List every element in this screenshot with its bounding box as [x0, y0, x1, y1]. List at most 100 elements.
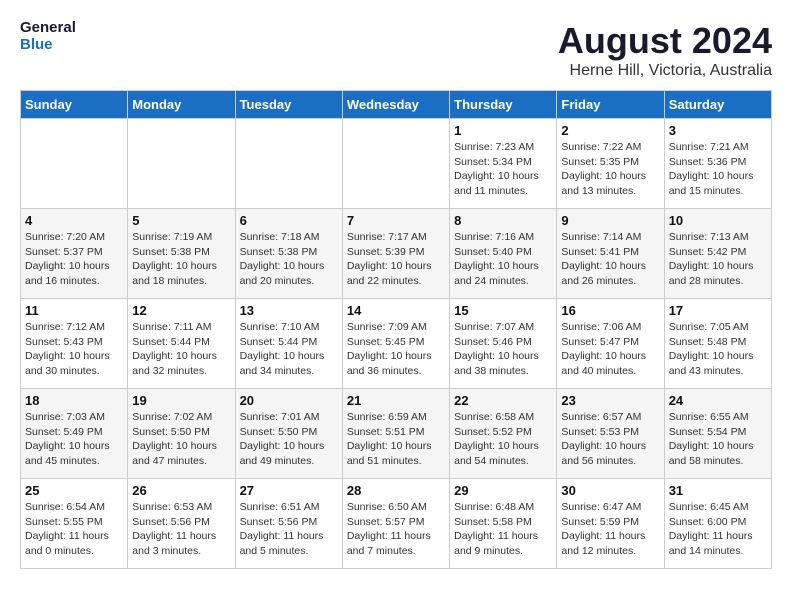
month-title: August 2024: [558, 20, 772, 62]
day-number: 5: [132, 213, 230, 228]
week-row-3: 11Sunrise: 7:12 AM Sunset: 5:43 PM Dayli…: [21, 299, 772, 389]
location: Herne Hill, Victoria, Australia: [558, 62, 772, 80]
day-number: 23: [561, 393, 659, 408]
calendar-cell-w5-d2: 26 Sunrise: 6:53 AM Sunset: 5:56 PM Dayli…: [128, 479, 235, 569]
day-info: Sunrise: 7:16 AM Sunset: 5:40 PM Dayligh…: [454, 230, 552, 289]
logo-general: General: [20, 20, 76, 37]
day-info: Sunrise: 6:47 AM Sunset: 5:59 PM Dayligh…: [561, 500, 659, 559]
day-info: Sunrise: 6:45 AM Sunset: 6:00 PM Dayligh…: [669, 500, 767, 559]
day-number: 8: [454, 213, 552, 228]
calendar-cell-w5-d1: 25 Sunrise: 6:54 AM Sunset: 5:55 PM Dayli…: [21, 479, 128, 569]
header-thursday: Thursday: [450, 91, 557, 119]
day-info: Sunrise: 7:23 AM Sunset: 5:34 PM Dayligh…: [454, 140, 552, 199]
calendar-cell-w1-d4: [342, 119, 449, 209]
calendar: Sunday Monday Tuesday Wednesday Thursday…: [20, 90, 772, 569]
logo: General Blue General Blue: [20, 20, 76, 53]
header-friday: Friday: [557, 91, 664, 119]
calendar-cell-w3-d4: 14Sunrise: 7:09 AM Sunset: 5:45 PM Dayli…: [342, 299, 449, 389]
calendar-cell-w4-d4: 21 Sunrise: 6:59 AM Sunset: 5:51 PM Dayli…: [342, 389, 449, 479]
calendar-cell-w5-d4: 28 Sunrise: 6:50 AM Sunset: 5:57 PM Dayli…: [342, 479, 449, 569]
day-number: 18: [25, 393, 123, 408]
day-number: 3: [669, 123, 767, 138]
day-number: 2: [561, 123, 659, 138]
day-info: Sunrise: 7:05 AM Sunset: 5:48 PM Dayligh…: [669, 320, 767, 379]
calendar-cell-w5-d5: 29 Sunrise: 6:48 AM Sunset: 5:58 PM Dayli…: [450, 479, 557, 569]
calendar-cell-w2-d2: 5 Sunrise: 7:19 AM Sunset: 5:38 PM Daylig…: [128, 209, 235, 299]
calendar-cell-w4-d7: 24 Sunrise: 6:55 AM Sunset: 5:54 PM Dayli…: [664, 389, 771, 479]
header-saturday: Saturday: [664, 91, 771, 119]
day-number: 20: [240, 393, 338, 408]
header-sunday: Sunday: [21, 91, 128, 119]
day-info: Sunrise: 6:59 AM Sunset: 5:51 PM Dayligh…: [347, 410, 445, 469]
day-number: 28: [347, 483, 445, 498]
day-info: Sunrise: 6:48 AM Sunset: 5:58 PM Dayligh…: [454, 500, 552, 559]
calendar-cell-w5-d3: 27 Sunrise: 6:51 AM Sunset: 5:56 PM Dayli…: [235, 479, 342, 569]
day-info: Sunrise: 6:57 AM Sunset: 5:53 PM Dayligh…: [561, 410, 659, 469]
calendar-cell-w4-d3: 20Sunrise: 7:01 AM Sunset: 5:50 PM Dayli…: [235, 389, 342, 479]
day-info: Sunrise: 7:18 AM Sunset: 5:38 PM Dayligh…: [240, 230, 338, 289]
calendar-cell-w1-d3: [235, 119, 342, 209]
calendar-cell-w3-d5: 15 Sunrise: 7:07 AM Sunset: 5:46 PM Dayli…: [450, 299, 557, 389]
day-number: 25: [25, 483, 123, 498]
calendar-cell-w2-d6: 9Sunrise: 7:14 AM Sunset: 5:41 PM Daylig…: [557, 209, 664, 299]
weekday-header-row: Sunday Monday Tuesday Wednesday Thursday…: [21, 91, 772, 119]
calendar-cell-w4-d5: 22Sunrise: 6:58 AM Sunset: 5:52 PM Dayli…: [450, 389, 557, 479]
day-number: 7: [347, 213, 445, 228]
calendar-cell-w2-d4: 7 Sunrise: 7:17 AM Sunset: 5:39 PM Daylig…: [342, 209, 449, 299]
calendar-cell-w1-d7: 3 Sunrise: 7:21 AM Sunset: 5:36 PM Daylig…: [664, 119, 771, 209]
title-area: August 2024 Herne Hill, Victoria, Austra…: [558, 20, 772, 80]
day-info: Sunrise: 6:55 AM Sunset: 5:54 PM Dayligh…: [669, 410, 767, 469]
day-number: 6: [240, 213, 338, 228]
day-number: 15: [454, 303, 552, 318]
week-row-1: 1 Sunrise: 7:23 AM Sunset: 5:34 PM Daylig…: [21, 119, 772, 209]
day-info: Sunrise: 7:06 AM Sunset: 5:47 PM Dayligh…: [561, 320, 659, 379]
day-number: 31: [669, 483, 767, 498]
day-info: Sunrise: 7:20 AM Sunset: 5:37 PM Dayligh…: [25, 230, 123, 289]
calendar-cell-w4-d6: 23 Sunrise: 6:57 AM Sunset: 5:53 PM Dayli…: [557, 389, 664, 479]
calendar-cell-w1-d5: 1 Sunrise: 7:23 AM Sunset: 5:34 PM Daylig…: [450, 119, 557, 209]
calendar-cell-w5-d7: 31 Sunrise: 6:45 AM Sunset: 6:00 PM Dayli…: [664, 479, 771, 569]
calendar-cell-w2-d5: 8 Sunrise: 7:16 AM Sunset: 5:40 PM Daylig…: [450, 209, 557, 299]
week-row-4: 18 Sunrise: 7:03 AM Sunset: 5:49 PM Dayli…: [21, 389, 772, 479]
day-info: Sunrise: 7:03 AM Sunset: 5:49 PM Dayligh…: [25, 410, 123, 469]
calendar-cell-w3-d6: 16 Sunrise: 7:06 AM Sunset: 5:47 PM Dayli…: [557, 299, 664, 389]
header: General Blue General Blue August 2024 He…: [20, 20, 772, 80]
day-info: Sunrise: 7:17 AM Sunset: 5:39 PM Dayligh…: [347, 230, 445, 289]
logo-blue: Blue: [20, 37, 76, 54]
day-number: 12: [132, 303, 230, 318]
day-info: Sunrise: 7:07 AM Sunset: 5:46 PM Dayligh…: [454, 320, 552, 379]
day-number: 26: [132, 483, 230, 498]
day-info: Sunrise: 7:21 AM Sunset: 5:36 PM Dayligh…: [669, 140, 767, 199]
day-number: 27: [240, 483, 338, 498]
day-info: Sunrise: 6:50 AM Sunset: 5:57 PM Dayligh…: [347, 500, 445, 559]
calendar-cell-w2-d3: 6 Sunrise: 7:18 AM Sunset: 5:38 PM Daylig…: [235, 209, 342, 299]
day-number: 9: [561, 213, 659, 228]
day-number: 13: [240, 303, 338, 318]
day-number: 10: [669, 213, 767, 228]
day-number: 16: [561, 303, 659, 318]
day-number: 24: [669, 393, 767, 408]
day-info: Sunrise: 7:10 AM Sunset: 5:44 PM Dayligh…: [240, 320, 338, 379]
day-number: 29: [454, 483, 552, 498]
calendar-cell-w5-d6: 30 Sunrise: 6:47 AM Sunset: 5:59 PM Dayli…: [557, 479, 664, 569]
day-number: 30: [561, 483, 659, 498]
header-monday: Monday: [128, 91, 235, 119]
week-row-5: 25 Sunrise: 6:54 AM Sunset: 5:55 PM Dayli…: [21, 479, 772, 569]
day-info: Sunrise: 7:19 AM Sunset: 5:38 PM Dayligh…: [132, 230, 230, 289]
day-number: 4: [25, 213, 123, 228]
day-info: Sunrise: 6:54 AM Sunset: 5:55 PM Dayligh…: [25, 500, 123, 559]
day-info: Sunrise: 7:12 AM Sunset: 5:43 PM Dayligh…: [25, 320, 123, 379]
calendar-cell-w1-d1: [21, 119, 128, 209]
header-tuesday: Tuesday: [235, 91, 342, 119]
day-info: Sunrise: 7:11 AM Sunset: 5:44 PM Dayligh…: [132, 320, 230, 379]
day-number: 21: [347, 393, 445, 408]
day-info: Sunrise: 7:22 AM Sunset: 5:35 PM Dayligh…: [561, 140, 659, 199]
day-number: 1: [454, 123, 552, 138]
day-info: Sunrise: 7:02 AM Sunset: 5:50 PM Dayligh…: [132, 410, 230, 469]
day-info: Sunrise: 6:53 AM Sunset: 5:56 PM Dayligh…: [132, 500, 230, 559]
header-wednesday: Wednesday: [342, 91, 449, 119]
day-info: Sunrise: 6:51 AM Sunset: 5:56 PM Dayligh…: [240, 500, 338, 559]
day-info: Sunrise: 6:58 AM Sunset: 5:52 PM Dayligh…: [454, 410, 552, 469]
calendar-cell-w3-d1: 11Sunrise: 7:12 AM Sunset: 5:43 PM Dayli…: [21, 299, 128, 389]
calendar-cell-w4-d1: 18 Sunrise: 7:03 AM Sunset: 5:49 PM Dayli…: [21, 389, 128, 479]
